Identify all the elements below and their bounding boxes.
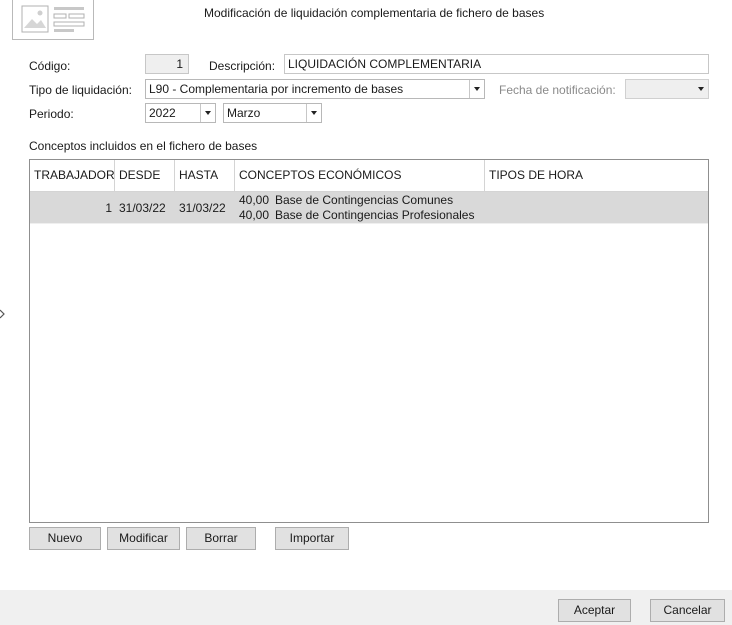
document-form-icon: [12, 0, 94, 40]
codigo-field: 1: [145, 54, 189, 74]
column-header-tipos-hora[interactable]: TIPOS DE HORA: [485, 160, 708, 191]
tipo-liquidacion-label: Tipo de liquidación:: [29, 83, 132, 97]
chevron-down-icon[interactable]: [306, 104, 321, 122]
cell-conceptos: 40,00 Base de Contingencias Comunes 40,00…: [239, 193, 485, 225]
concept-name: Base de Contingencias Comunes: [275, 193, 454, 207]
section-title: Conceptos incluidos en el fichero de bas…: [29, 139, 258, 153]
grid-header: TRABAJADOR DESDE HASTA CONCEPTOS ECONÓMI…: [30, 160, 708, 192]
tipo-liquidacion-value: L90 - Complementaria por incremento de b…: [149, 82, 404, 96]
column-header-desde[interactable]: DESDE: [115, 160, 175, 191]
concept-name: Base de Contingencias Profesionales: [275, 208, 475, 222]
fecha-notificacion-select[interactable]: [625, 79, 709, 99]
concept-amount: 40,00: [239, 208, 270, 222]
chevron-down-icon[interactable]: [469, 80, 484, 98]
window-title: Modificación de liquidación complementar…: [204, 6, 545, 20]
modificar-button[interactable]: Modificar: [107, 527, 180, 550]
codigo-label: Código:: [29, 59, 71, 73]
column-header-trabajador[interactable]: TRABAJADOR: [30, 160, 115, 191]
borrar-button[interactable]: Borrar: [186, 527, 256, 550]
conceptos-grid[interactable]: TRABAJADOR DESDE HASTA CONCEPTOS ECONÓMI…: [29, 159, 709, 523]
cell-tipos-hora: [489, 192, 708, 224]
column-header-hasta[interactable]: HASTA: [175, 160, 235, 191]
tipo-liquidacion-select[interactable]: L90 - Complementaria por incremento de b…: [145, 79, 485, 99]
column-header-conceptos[interactable]: CONCEPTOS ECONÓMICOS: [235, 160, 485, 191]
aceptar-button[interactable]: Aceptar: [558, 599, 631, 622]
cell-desde: 31/03/22: [119, 201, 166, 215]
periodo-month-select[interactable]: Marzo: [223, 103, 322, 123]
periodo-year-select[interactable]: 2022: [145, 103, 216, 123]
periodo-year-value: 2022: [149, 106, 176, 120]
chevron-down-icon[interactable]: [200, 104, 215, 122]
concept-amount: 40,00: [239, 193, 270, 207]
concept-line: 40,00 Base de Contingencias Profesionales: [239, 208, 485, 223]
descripcion-field[interactable]: LIQUIDACIÓN COMPLEMENTARIA: [284, 54, 709, 74]
cell-hasta: 31/03/22: [179, 201, 226, 215]
periodo-label: Periodo:: [29, 107, 74, 121]
fecha-notificacion-label: Fecha de notificación:: [499, 83, 616, 97]
nuevo-button[interactable]: Nuevo: [29, 527, 101, 550]
cell-trabajador: 1: [105, 201, 112, 215]
importar-button[interactable]: Importar: [275, 527, 349, 550]
chevron-right-icon: [0, 309, 5, 319]
descripcion-label: Descripción:: [209, 59, 276, 73]
table-row[interactable]: 1 31/03/22 31/03/22 40,00 Base de Conting…: [30, 192, 708, 224]
chevron-down-icon[interactable]: [693, 80, 708, 98]
document-form-illustration: [21, 5, 85, 33]
periodo-month-value: Marzo: [227, 106, 261, 120]
concept-line: 40,00 Base de Contingencias Comunes: [239, 193, 485, 208]
cancelar-button[interactable]: Cancelar: [650, 599, 725, 622]
